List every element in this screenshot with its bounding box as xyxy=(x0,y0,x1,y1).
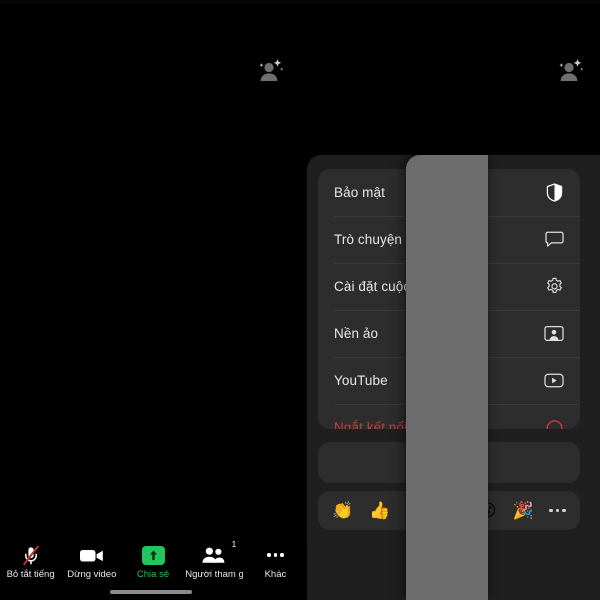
video-tile-left[interactable] xyxy=(0,4,300,544)
headset-off-icon xyxy=(544,418,564,429)
toolbar-label-unmute: Bỏ tắt tiếng xyxy=(6,569,55,580)
shield-icon xyxy=(544,183,564,203)
menu-label-chat: Trò chuyện xyxy=(334,232,403,247)
toolbar-item-unmute[interactable]: Bỏ tắt tiếng xyxy=(0,544,61,580)
menu-label-virtual-background: Nền ảo xyxy=(334,326,379,341)
toolbar-label-participants: Người tham gi xyxy=(185,569,244,580)
gear-icon xyxy=(544,277,564,297)
home-indicator-sheet xyxy=(406,155,488,600)
share-arrow-up-icon xyxy=(141,544,165,566)
reaction-thumbs-up[interactable]: 👍 xyxy=(369,502,390,519)
reaction-clap[interactable]: 👏 xyxy=(332,502,353,519)
toolbar-label-share: Chia sẻ xyxy=(136,569,170,580)
toolbar-item-stop-video[interactable]: Dừng video xyxy=(61,544,122,580)
toolbar-item-participants[interactable]: 1 Người tham gi xyxy=(184,541,245,581)
toolbar-label-stop-video: Dừng video xyxy=(67,569,117,580)
virtual-background-icon xyxy=(544,324,564,344)
more-reactions-icon[interactable] xyxy=(549,508,566,513)
zoom-meeting-screen: Bỏ tắt tiếng Dừng video Chia sẻ 1 Người … xyxy=(0,0,600,600)
reaction-tada[interactable]: 🎉 xyxy=(512,502,533,519)
menu-label-youtube: YouTube xyxy=(334,373,388,388)
microphone-muted-icon xyxy=(21,544,41,566)
menu-label-security: Bảo mật xyxy=(334,185,385,200)
youtube-play-icon xyxy=(544,371,564,391)
toolbar-label-more: Khác xyxy=(264,569,287,580)
toolbar-item-share[interactable]: Chia sẻ xyxy=(122,544,183,580)
participants-count-badge: 1 xyxy=(231,540,237,549)
home-indicator-main xyxy=(110,590,192,594)
participants-icon: 1 xyxy=(201,541,236,566)
more-dots-icon xyxy=(267,544,284,566)
person-sparkle-icon xyxy=(555,56,585,84)
person-sparkle-icon xyxy=(255,56,285,84)
toolbar-item-more[interactable]: Khác xyxy=(245,544,306,580)
chat-bubble-icon xyxy=(544,230,564,250)
video-camera-icon xyxy=(79,544,105,566)
